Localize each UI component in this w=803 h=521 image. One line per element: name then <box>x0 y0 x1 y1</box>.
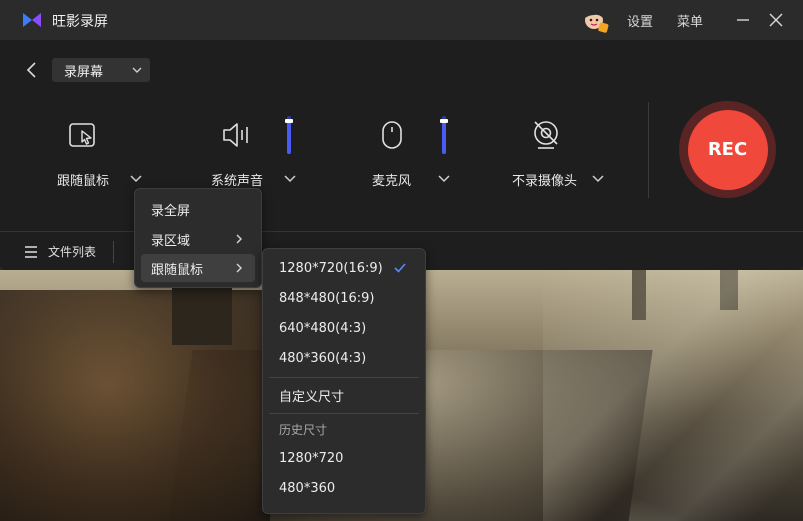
title-bar: 旺影录屏 设置 菜单 <box>0 0 803 40</box>
file-list-button[interactable]: 文件列表 <box>24 243 96 260</box>
mode-select-value: 录屏幕 <box>64 64 104 80</box>
menu-item-label: 录区域 <box>151 233 191 249</box>
history-size-heading: 历史尺寸 <box>279 423 328 437</box>
custom-size-option[interactable]: 自定义尺寸 <box>269 381 419 409</box>
app-title: 旺影录屏 <box>52 14 108 30</box>
menu-item-follow-cursor[interactable]: 跟随鼠标 <box>141 254 255 282</box>
checkmark-icon <box>394 263 406 273</box>
size-option-label: 1280*720(16:9) <box>279 260 383 276</box>
system-audio-slider[interactable] <box>285 116 293 154</box>
system-audio-label[interactable]: 系统声音 <box>211 170 263 189</box>
microphone-label[interactable]: 麦克风 <box>372 170 411 189</box>
size-option-label: 848*480(16:9) <box>279 290 375 306</box>
size-option-label: 640*480(4:3) <box>279 320 367 336</box>
rec-button[interactable]: REC <box>679 101 776 198</box>
microphone-icon[interactable] <box>376 118 410 152</box>
chevron-right-icon <box>236 263 243 273</box>
size-submenu: 1280*720(16:9) 848*480(16:9) 640*480(4:3… <box>262 248 426 514</box>
menu-separator <box>269 377 419 378</box>
system-audio-slider-handle[interactable] <box>285 119 293 123</box>
menu-item-region[interactable]: 录区域 <box>141 225 255 253</box>
main-window: 旺影录屏 设置 菜单 录屏幕 跟随鼠标 系统声音 麦克风 不录摄像头 REC 文… <box>0 0 803 270</box>
minimize-icon[interactable] <box>733 10 753 30</box>
custom-size-label: 自定义尺寸 <box>279 389 345 405</box>
menu-item-label: 跟随鼠标 <box>151 262 204 278</box>
menu-link[interactable]: 菜单 <box>677 11 703 30</box>
size-option-1280x720[interactable]: 1280*720(16:9) <box>269 254 419 282</box>
chevron-right-icon <box>236 234 243 244</box>
camera-off-icon[interactable] <box>529 118 563 152</box>
menu-separator <box>269 413 419 414</box>
settings-link[interactable]: 设置 <box>627 11 653 30</box>
size-option-label: 480*360 <box>279 480 336 496</box>
photo-light-rays <box>543 270 803 521</box>
size-option-label: 480*360(4:3) <box>279 350 367 366</box>
back-icon[interactable] <box>22 60 42 80</box>
no-camera-label[interactable]: 不录摄像头 <box>512 170 577 189</box>
size-option-640x480[interactable]: 640*480(4:3) <box>269 314 419 342</box>
size-option-label: 1280*720 <box>279 450 344 466</box>
close-icon[interactable] <box>766 10 786 30</box>
size-option-848x480[interactable]: 848*480(16:9) <box>269 284 419 312</box>
mode-select[interactable]: 录屏幕 <box>52 58 150 82</box>
microphone-slider[interactable] <box>440 116 448 154</box>
menu-item-fullscreen[interactable]: 录全屏 <box>141 195 255 223</box>
screen-cursor-icon[interactable] <box>67 118 101 152</box>
cursor-follow-label[interactable]: 跟随鼠标 <box>57 170 109 189</box>
bottom-divider <box>0 231 803 232</box>
chevron-down-icon[interactable] <box>591 171 605 185</box>
app-logo-icon <box>23 13 41 27</box>
history-size-1280x720[interactable]: 1280*720 <box>269 444 419 472</box>
file-list-label: 文件列表 <box>48 245 97 259</box>
chevron-down-icon <box>132 67 142 73</box>
microphone-slider-handle[interactable] <box>440 119 448 123</box>
speaker-icon[interactable] <box>220 118 254 152</box>
system-audio-slider-fill <box>287 120 291 154</box>
size-option-480x360[interactable]: 480*360(4:3) <box>269 344 419 372</box>
user-avatar-icon[interactable] <box>582 7 610 35</box>
chevron-down-icon[interactable] <box>283 171 297 185</box>
controls-divider <box>648 102 649 198</box>
mode-menu: 录全屏 录区域 跟随鼠标 <box>134 188 262 288</box>
bottom-separator <box>113 241 114 263</box>
history-size-480x360[interactable]: 480*360 <box>269 474 419 502</box>
menu-item-label: 录全屏 <box>151 203 191 219</box>
microphone-slider-fill <box>442 120 446 154</box>
chevron-down-icon[interactable] <box>437 171 451 185</box>
list-icon <box>25 245 37 258</box>
chevron-down-icon[interactable] <box>129 171 143 185</box>
rec-button-label: REC <box>687 109 768 190</box>
